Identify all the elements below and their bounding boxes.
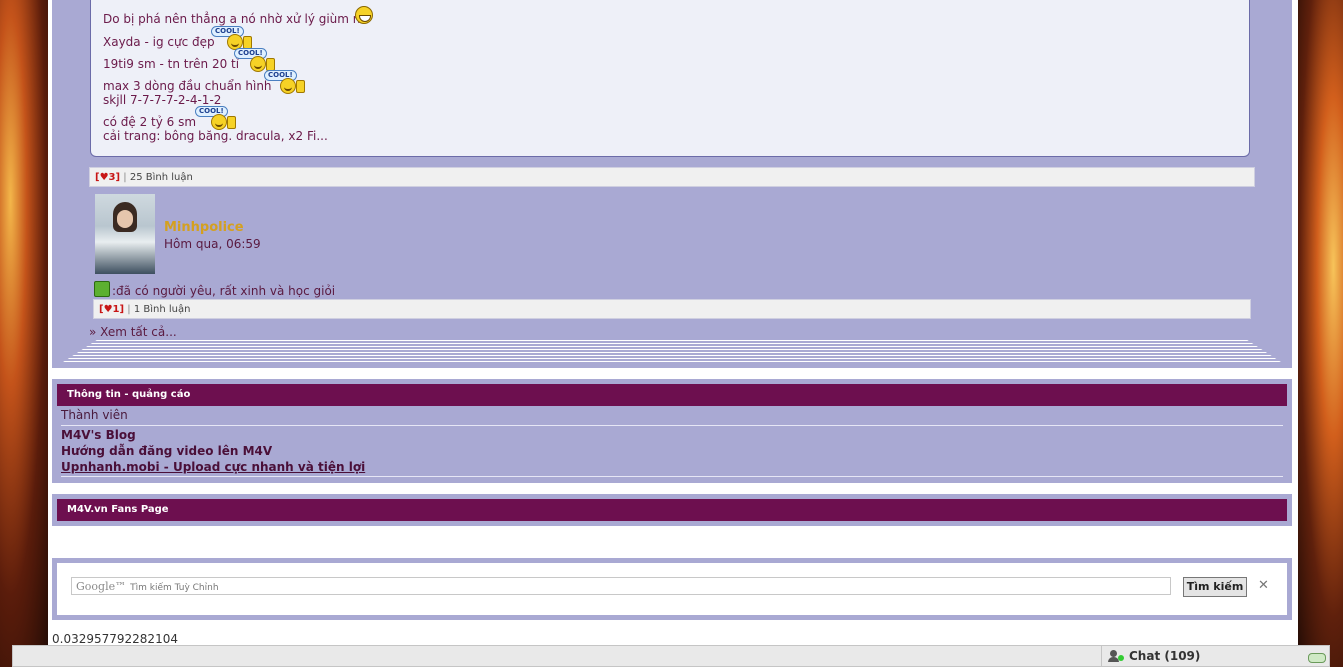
grin-emoticon-icon	[355, 6, 373, 24]
decorative-stripes	[60, 340, 1284, 364]
page-content: Do bị phá nên thẳng a nó nhờ xử lý giùm …	[48, 0, 1298, 645]
render-time: 0.032957792282104	[52, 632, 178, 646]
post-line: Do bị phá nên thẳng a nó nhờ xử lý giùm …	[103, 12, 368, 26]
chat-toggle-icon[interactable]	[1308, 653, 1326, 663]
search-placeholder: Tìm kiếm Tuỳ Chỉnh	[130, 583, 219, 593]
search-inner: Google™ Tìm kiếm Tuỳ Chỉnh Tìm kiếm ✕	[57, 563, 1287, 615]
info-section: Thông tin - quảng cáo Thành viên M4V's B…	[52, 379, 1292, 483]
blog-link[interactable]: M4V's Blog	[61, 428, 136, 442]
like-button[interactable]: [♥1]	[99, 304, 124, 315]
upnhanh-link[interactable]: Upnhanh.mobi - Upload cực nhanh và tiện …	[61, 460, 365, 474]
comments-link[interactable]: 1 Bình luận	[134, 304, 191, 315]
chat-title: Chat	[1129, 649, 1161, 663]
post-line: max 3 dòng đầu chuẩn hình	[103, 79, 272, 93]
search-button[interactable]: Tìm kiếm	[1183, 577, 1247, 597]
like-button[interactable]: [♥3]	[95, 172, 120, 183]
see-all-link[interactable]: » Xem tất cả...	[89, 325, 177, 339]
activity-feed: Do bị phá nên thẳng a nó nhờ xử lý giùm …	[52, 0, 1292, 368]
avatar[interactable]	[95, 194, 155, 274]
gift-icon	[94, 281, 110, 297]
post-time: Hôm qua, 06:59	[164, 237, 261, 251]
chat-label[interactable]: Chat (109)	[1129, 649, 1200, 663]
post-line: skjll 7-7-7-7-2-4-1-2	[103, 93, 222, 107]
chat-count: (109)	[1164, 649, 1201, 663]
search-input[interactable]: Google™ Tìm kiếm Tuỳ Chỉnh	[71, 577, 1171, 595]
online-status-icon	[1118, 655, 1124, 661]
post-line: có đệ 2 tỷ 6 sm	[103, 115, 197, 129]
upload-guide-link[interactable]: Hướng dẫn đăng video lên M4V	[61, 444, 272, 458]
info-body: Thành viên M4V's Blog Hướng dẫn đăng vid…	[57, 406, 1287, 479]
post-actions-bar: [♥3] | 25 Bình luận	[89, 167, 1255, 187]
divider	[61, 476, 1283, 477]
fans-section: M4V.vn Fans Page	[52, 494, 1292, 526]
background-left	[0, 0, 52, 667]
section-header[interactable]: M4V.vn Fans Page	[57, 499, 1287, 521]
username-link[interactable]: Minhpolice	[164, 220, 244, 235]
post-line: 19ti9 sm - tn trên 20 tỉ	[103, 57, 240, 71]
search-box: Google™ Tìm kiếm Tuỳ Chỉnh Tìm kiếm ✕	[52, 558, 1292, 620]
chat-bar: Chat (109)	[12, 645, 1330, 667]
background-right	[1295, 0, 1343, 667]
separator: |	[123, 172, 127, 183]
members-heading: Thành viên	[61, 408, 128, 422]
comments-link[interactable]: 25 Bình luận	[130, 172, 193, 183]
status-actions-bar: [♥1] | 1 Bình luận	[93, 299, 1251, 319]
google-logo: Google™	[76, 580, 127, 593]
separator: |	[127, 304, 131, 315]
post-body: Do bị phá nên thẳng a nó nhờ xử lý giùm …	[90, 0, 1250, 157]
post-line: Xayda - ig cực đẹp	[103, 35, 215, 49]
clear-search-icon[interactable]: ✕	[1258, 578, 1269, 593]
section-header: Thông tin - quảng cáo	[57, 384, 1287, 406]
divider	[61, 425, 1283, 426]
post-line[interactable]: cải trang: bông băng. dracula, x2 Fi...	[103, 129, 328, 143]
chat-tab[interactable]: Chat (109)	[1101, 646, 1332, 666]
status-text: :đã có người yêu, rất xinh và học giỏi	[112, 284, 336, 298]
